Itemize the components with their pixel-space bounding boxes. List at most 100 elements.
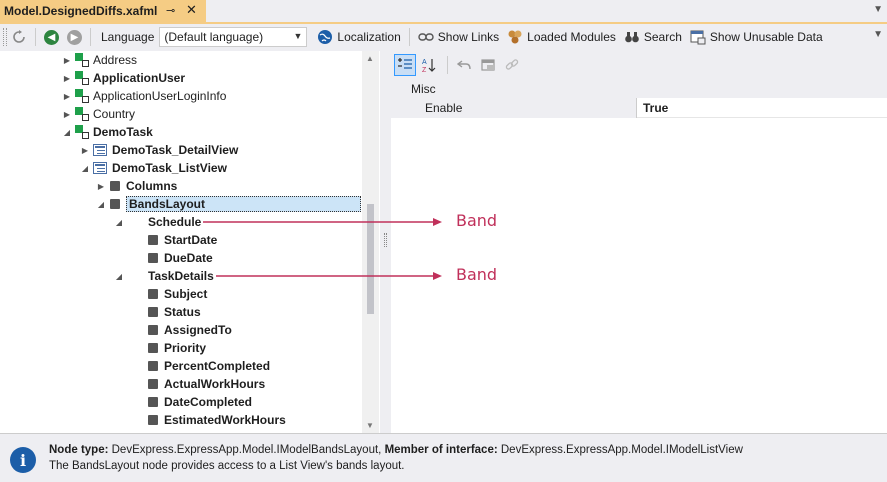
toolbar-separator — [90, 28, 91, 46]
svg-text:A: A — [422, 59, 427, 66]
expand-arrow-icon[interactable]: ▶ — [80, 146, 90, 155]
collapse-arrow-icon[interactable]: ◢ — [80, 164, 90, 173]
refresh-button[interactable] — [7, 26, 31, 48]
node-description: The BandsLayout node provides access to … — [49, 460, 405, 472]
tree-node-label: Columns — [126, 179, 178, 193]
collapse-arrow-icon[interactable]: ◢ — [114, 218, 124, 227]
expand-arrow-icon[interactable]: ▶ — [62, 92, 72, 101]
scrollbar-thumb[interactable] — [367, 204, 374, 314]
tree-node-due-date[interactable]: DueDate — [144, 249, 213, 267]
close-icon[interactable]: ✕ — [186, 2, 197, 18]
annotation-label-band: Band — [456, 211, 498, 230]
tree-node-date-completed[interactable]: DateCompleted — [144, 393, 252, 411]
window-icon — [481, 59, 495, 71]
collapse-arrow-icon[interactable]: ◢ — [96, 200, 106, 209]
tree-scrollbar[interactable]: ▲ ▼ — [362, 51, 379, 433]
node-icon — [148, 361, 158, 371]
tree-node-label: Status — [164, 305, 201, 319]
scroll-down-icon[interactable]: ▼ — [366, 421, 374, 430]
tree-node-demo-task-detail-view[interactable]: ▶ DemoTask_DetailView — [80, 141, 238, 159]
model-tree: ▶ Address ▶ ApplicationUser ▶ Applicatio… — [0, 51, 380, 433]
tree-node-label: Priority — [164, 341, 207, 355]
tree-node-subject[interactable]: Subject — [144, 285, 207, 303]
property-row-enable[interactable]: Enable True — [391, 97, 887, 118]
toolbar-separator — [408, 28, 410, 46]
node-icon — [148, 307, 158, 317]
node-icon — [148, 289, 158, 299]
tree-node-actual-work-hours[interactable]: ActualWorkHours — [144, 375, 265, 393]
node-icon — [110, 199, 120, 209]
language-select[interactable]: (Default language) ▼ — [159, 27, 308, 47]
toolbar-overflow-icon[interactable]: ▼ — [873, 29, 883, 40]
node-icon — [148, 343, 158, 353]
unusable-data-icon — [690, 30, 706, 45]
tree-node-country[interactable]: ▶ Country — [62, 105, 135, 123]
tree-node-label: ApplicationUser — [93, 71, 186, 85]
scroll-up-icon[interactable]: ▲ — [366, 54, 374, 63]
expand-arrow-icon[interactable]: ▶ — [96, 182, 106, 191]
node-icon — [110, 181, 120, 191]
reset-button[interactable] — [453, 54, 475, 76]
tree-node-label: DueDate — [164, 251, 213, 265]
tree-node-address[interactable]: ▶ Address — [62, 51, 137, 69]
tree-node-priority[interactable]: Priority — [144, 339, 206, 357]
categorized-button[interactable] — [394, 54, 416, 76]
panel-splitter[interactable] — [380, 51, 391, 433]
link-button[interactable] — [501, 54, 523, 76]
show-links-label: Show Links — [437, 30, 500, 44]
splitter-grip[interactable] — [384, 233, 387, 247]
tree-node-start-date[interactable]: StartDate — [144, 231, 217, 249]
tree-node-label: Subject — [164, 287, 208, 301]
tree-node-demo-task[interactable]: ◢ DemoTask — [62, 123, 153, 141]
refresh-icon — [13, 30, 25, 43]
node-type-line: Node type: DevExpress.ExpressApp.Model.I… — [49, 444, 743, 456]
show-unusable-data-label: Show Unusable Data — [709, 30, 823, 44]
document-tab-title: Model.DesignedDiffs.xafml — [4, 4, 158, 18]
toolbar-separator — [35, 28, 36, 46]
document-tab[interactable]: Model.DesignedDiffs.xafml ⊸ ✕ — [0, 0, 206, 22]
loaded-modules-button[interactable]: Loaded Modules — [503, 26, 620, 48]
navigate-button[interactable] — [477, 54, 499, 76]
tree-node-application-user[interactable]: ▶ ApplicationUser — [62, 69, 185, 87]
tree-node-percent-completed[interactable]: PercentCompleted — [144, 357, 270, 375]
list-view-icon — [93, 162, 107, 174]
property-value[interactable]: True — [637, 101, 668, 115]
localization-label: Localization — [337, 30, 401, 44]
chevron-down-icon[interactable]: ▼ — [873, 4, 883, 15]
tree-node-schedule[interactable]: ◢ Schedule — [114, 213, 201, 231]
tree-node-demo-task-list-view[interactable]: ◢ DemoTask_ListView — [80, 159, 227, 177]
search-button[interactable]: Search — [620, 26, 686, 48]
property-grid-toolbar: AZ — [391, 51, 887, 79]
tree-node-bands-layout[interactable]: ◢ BandsLayout — [96, 195, 361, 213]
tree-node-task-details[interactable]: ◢ TaskDetails — [114, 267, 214, 285]
detail-view-icon — [93, 144, 107, 156]
alphabetical-button[interactable]: AZ — [418, 54, 440, 76]
tree-node-label: BandsLayout — [126, 196, 361, 212]
model-editor-toolbar: ◀ ▶ Language (Default language) ▼ Locali… — [0, 24, 887, 50]
property-name: Enable — [391, 97, 637, 118]
show-links-button[interactable]: Show Links — [414, 26, 503, 48]
tree-node-columns[interactable]: ▶ Columns — [96, 177, 177, 195]
localization-button[interactable]: Localization — [313, 26, 404, 48]
undo-icon — [457, 60, 471, 70]
property-grid: Misc Enable True — [391, 79, 887, 433]
node-icon — [148, 415, 158, 425]
tree-node-application-user-login-info[interactable]: ▶ ApplicationUserLoginInfo — [62, 87, 226, 105]
forward-button[interactable]: ▶ — [63, 26, 86, 48]
expand-arrow-icon[interactable]: ▶ — [62, 110, 72, 119]
collapse-arrow-icon[interactable]: ◢ — [62, 128, 72, 137]
expand-arrow-icon[interactable]: ▶ — [62, 56, 72, 65]
tree-node-status[interactable]: Status — [144, 303, 201, 321]
tree-node-assigned-to[interactable]: AssignedTo — [144, 321, 232, 339]
pin-icon[interactable]: ⊸ — [166, 4, 175, 17]
svg-text:Z: Z — [422, 67, 427, 73]
expand-arrow-icon[interactable]: ▶ — [62, 74, 72, 83]
collapse-arrow-icon[interactable]: ◢ — [114, 272, 124, 281]
language-select-value: (Default language) — [164, 30, 264, 44]
tree-node-estimated-work-hours[interactable]: EstimatedWorkHours — [144, 411, 286, 429]
show-unusable-data-button[interactable]: Show Unusable Data — [686, 26, 827, 48]
tree-node-label: Schedule — [148, 215, 202, 229]
property-category-misc[interactable]: Misc — [391, 79, 887, 98]
back-button[interactable]: ◀ — [40, 26, 63, 48]
modules-icon — [508, 30, 522, 44]
